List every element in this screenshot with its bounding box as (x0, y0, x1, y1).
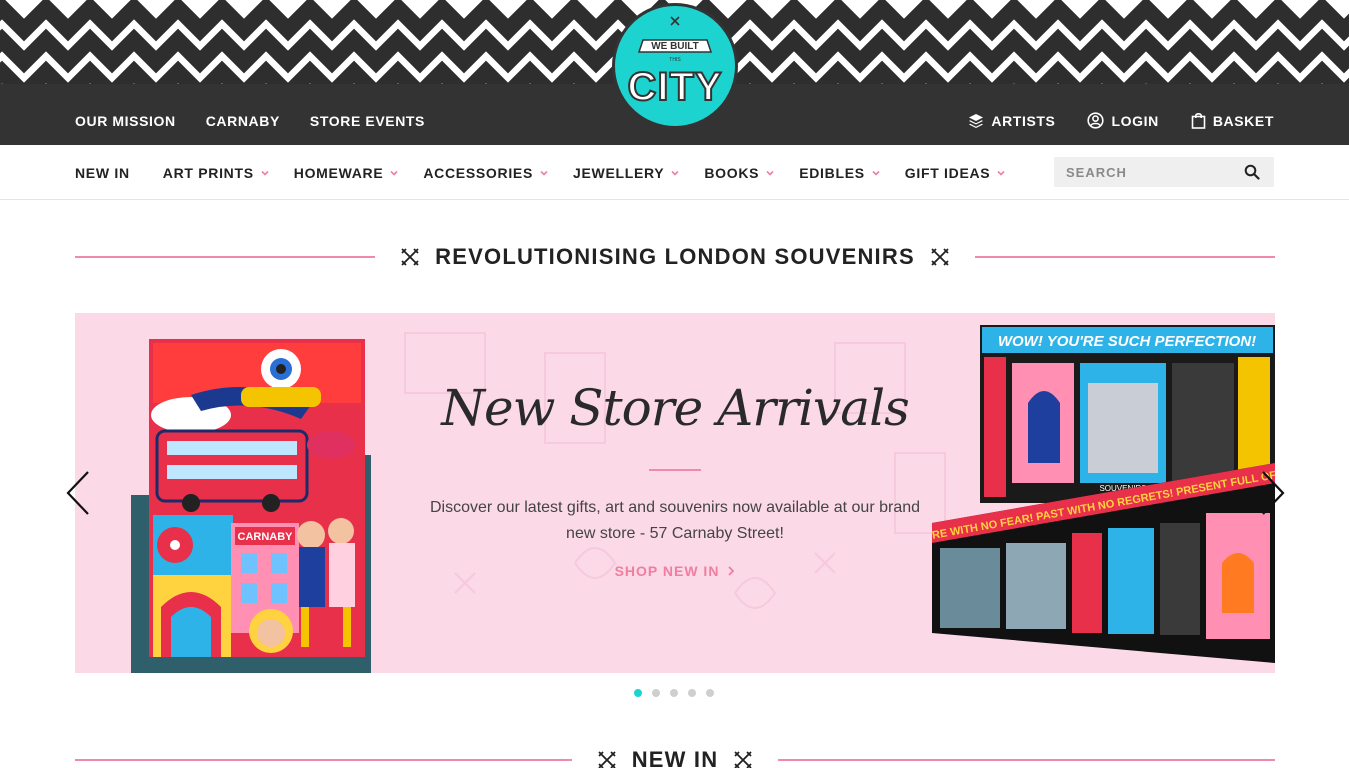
divider-line (75, 759, 572, 761)
logo-small-text: THIS (669, 57, 681, 63)
category-list: NEW IN ART PRINTS HOMEWARE ACCESSORIES J… (75, 145, 1005, 200)
category-label: ART PRINTS (162, 164, 254, 181)
section-title-new-in: NEW IN (631, 747, 719, 768)
divider-line (974, 256, 1276, 258)
carousel-pagination (634, 689, 714, 697)
hero-divider (649, 469, 701, 471)
nav-link-carnaby[interactable]: CARNABY (206, 113, 280, 129)
chevron-right-icon (728, 566, 735, 576)
divider-line (778, 759, 1276, 761)
search-icon[interactable] (1244, 164, 1260, 180)
page-title: REVOLUTIONISING LONDON SOUVENIRS (435, 244, 915, 269)
category-jewellery[interactable]: JEWELLERY (573, 165, 679, 181)
search-box (1054, 157, 1274, 187)
shopping-bag-icon (1191, 113, 1206, 129)
storefront-top-sign: WOW! YOU'RE SUCH PERFECTION! (998, 333, 1256, 350)
carousel-prev-arrow-icon[interactable] (64, 470, 94, 516)
nav-link-store-events[interactable]: STORE EVENTS (310, 113, 425, 129)
crossed-swords-icon (598, 751, 616, 768)
chevron-down-icon (766, 170, 774, 176)
section-title-wrap: NEW IN (572, 747, 779, 768)
storefront-photo-image: WOW! YOU'RE SUCH PERFECTION! SOUVENIRS F… (932, 325, 1275, 663)
section-heading-new-in: NEW IN (75, 747, 1276, 768)
crossed-swords-icon (931, 248, 949, 266)
logo-main-text: CITY (627, 65, 722, 109)
hero-description: Discover our latest gifts, art and souve… (429, 499, 921, 542)
category-label: EDIBLES (799, 164, 865, 181)
category-homeware[interactable]: HOMEWARE (294, 165, 399, 181)
top-nav-left: OUR MISSION CARNABY STORE EVENTS (75, 96, 425, 145)
category-new-in[interactable]: NEW IN (75, 165, 130, 181)
hero-title: New Store Arrivals (441, 379, 909, 437)
chevron-down-icon (540, 170, 548, 176)
carousel-dot-3[interactable] (670, 689, 678, 697)
nav-link-login[interactable]: LOGIN (1087, 112, 1158, 129)
chevron-down-icon (997, 170, 1005, 176)
top-nav-right: ARTISTS LOGIN BASKET (968, 96, 1274, 145)
category-gift-ideas[interactable]: GIFT IDEAS (905, 165, 1006, 181)
search-input[interactable] (1054, 157, 1234, 187)
nav-link-basket[interactable]: BASKET (1191, 112, 1274, 129)
poster-artwork-image: CARNABY (131, 339, 371, 673)
category-label: HOMEWARE (293, 164, 384, 181)
category-art-prints[interactable]: ART PRINTS (163, 165, 269, 181)
user-circle-icon (1087, 112, 1105, 129)
poster-carnaby-label: CARNABY (238, 531, 294, 543)
nav-link-basket-label: BASKET (1212, 112, 1274, 129)
nav-link-artists-label: ARTISTS (991, 112, 1056, 129)
category-label: NEW IN (75, 164, 130, 181)
layers-icon (969, 113, 984, 128)
category-accessories[interactable]: ACCESSORIES (423, 165, 548, 181)
category-books[interactable]: BOOKS (704, 165, 774, 181)
carousel-dot-4[interactable] (688, 689, 696, 697)
carousel-dot-5[interactable] (706, 689, 714, 697)
site-logo[interactable]: WE BUILT THIS CITY (612, 3, 738, 129)
shop-new-in-label: SHOP NEW IN (614, 563, 720, 579)
category-label: BOOKS (704, 164, 760, 181)
logo-top-text: WE BUILT (651, 41, 699, 52)
hero-text-block: New Store Arrivals Discover our latest g… (425, 383, 925, 581)
carousel-dot-1[interactable] (634, 689, 642, 697)
category-label: ACCESSORIES (423, 164, 533, 181)
section-title-wrap: REVOLUTIONISING LONDON SOUVENIRS (375, 244, 975, 270)
nav-link-login-label: LOGIN (1111, 112, 1159, 129)
chevron-down-icon (390, 170, 398, 176)
crossed-swords-icon (401, 248, 419, 266)
hero-carousel-slide[interactable]: CARNABY New Store Arrivals Discover our … (75, 313, 1275, 673)
chevron-down-icon (261, 170, 269, 176)
crossed-swords-icon (734, 751, 752, 768)
carousel-dot-2[interactable] (652, 689, 660, 697)
category-edibles[interactable]: EDIBLES (799, 165, 880, 181)
category-navigation: NEW IN ART PRINTS HOMEWARE ACCESSORIES J… (0, 145, 1349, 200)
chevron-down-icon (872, 170, 880, 176)
category-label: GIFT IDEAS (904, 164, 991, 181)
shop-new-in-link[interactable]: SHOP NEW IN (615, 563, 736, 579)
category-label: JEWELLERY (573, 164, 665, 181)
carousel-next-arrow-icon[interactable] (1257, 470, 1287, 516)
section-heading-main: REVOLUTIONISING LONDON SOUVENIRS (75, 244, 1276, 270)
nav-link-our-mission[interactable]: OUR MISSION (75, 113, 176, 129)
nav-link-artists[interactable]: ARTISTS (968, 113, 1055, 129)
chevron-down-icon (671, 170, 679, 176)
divider-line (75, 256, 376, 258)
